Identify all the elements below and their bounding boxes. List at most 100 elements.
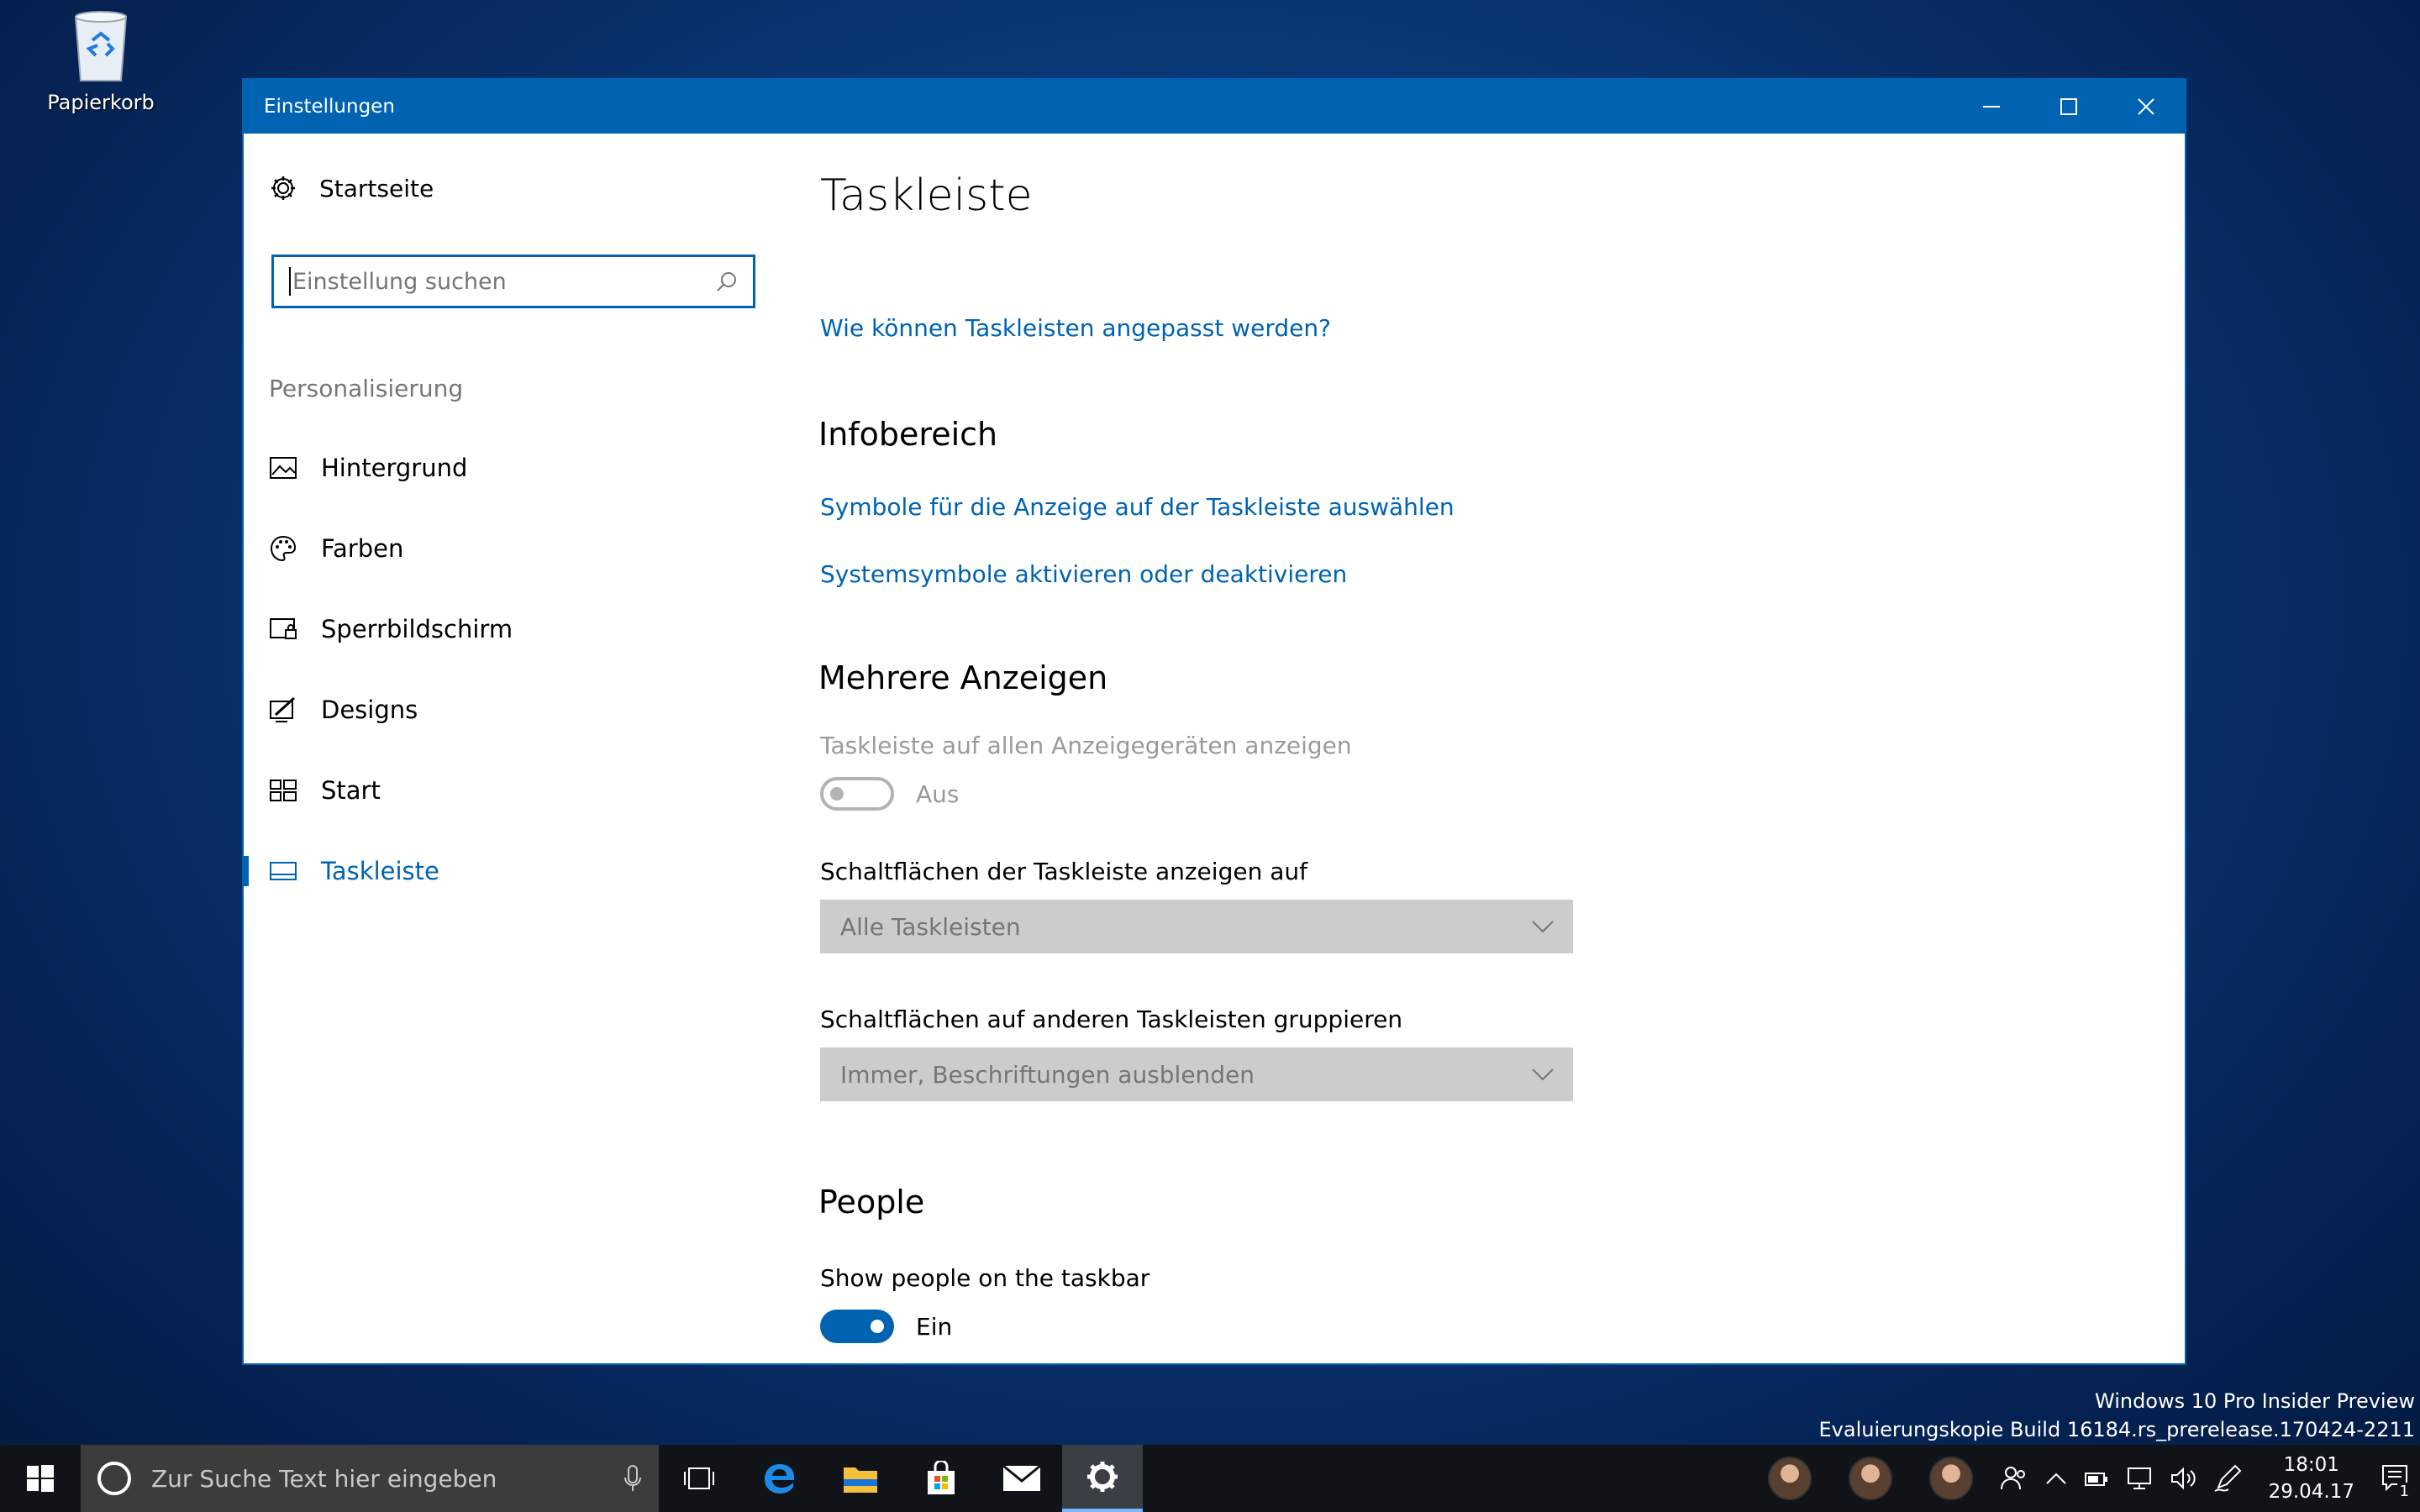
sidebar: Startseite Personalisierung Hintergrund [244, 134, 781, 1363]
watermark-line1: Windows 10 Pro Insider Preview [2094, 1389, 2415, 1413]
nav-label: Sperrbildschirm [321, 615, 513, 643]
nav-item-taskleiste[interactable]: Taskleiste [244, 831, 781, 911]
window-title: Einstellungen [264, 96, 395, 118]
taskbar: Zur Suche Text hier eingeben 18:01 29.04… [0, 1445, 2420, 1512]
power-tray-button[interactable] [2075, 1445, 2118, 1512]
volume-tray-button[interactable] [2161, 1445, 2205, 1512]
infobereich-heading: Infobereich [818, 416, 998, 453]
people-contact-avatar[interactable] [1848, 1457, 1892, 1500]
nav-item-farben[interactable]: Farben [244, 508, 781, 589]
nav-label: Designs [321, 696, 418, 724]
show-buttons-on-select[interactable]: Alle Taskleisten [820, 900, 1573, 953]
show-people-toggle[interactable] [820, 1310, 894, 1343]
search-icon[interactable] [716, 270, 738, 292]
taskbar-search-placeholder: Zur Suche Text hier eingeben [151, 1464, 497, 1493]
mehrere-anzeigen-heading: Mehrere Anzeigen [818, 659, 1108, 696]
themes-icon [270, 696, 296, 722]
combine-buttons-select[interactable]: Immer, Beschriftungen ausblenden [820, 1047, 1573, 1101]
close-button[interactable] [2107, 80, 2185, 134]
action-center-button[interactable]: 1 [2373, 1445, 2420, 1512]
minimize-button[interactable] [1953, 80, 2030, 134]
show-hidden-icons-button[interactable] [2037, 1445, 2075, 1512]
watermark-line2: Evaluierungskopie Build 16184.rs_prerele… [1818, 1418, 2416, 1441]
network-icon [2127, 1467, 2151, 1489]
task-view-icon [684, 1467, 714, 1489]
nav-list: Hintergrund Farben Sperrbildschirm Desig… [244, 428, 781, 911]
nav-item-hintergrund[interactable]: Hintergrund [244, 428, 781, 508]
minimize-icon [1983, 106, 2000, 108]
microphone-icon[interactable] [623, 1464, 642, 1493]
people-contact-avatar[interactable] [1928, 1457, 1973, 1500]
all-displays-toggle-row: Aus [820, 777, 960, 811]
nav-item-sperrbildschirm[interactable]: Sperrbildschirm [244, 589, 781, 669]
recycle-bin-icon [64, 7, 138, 84]
clock-date: 29.04.17 [2268, 1481, 2354, 1503]
chevron-down-icon [1532, 921, 1554, 933]
battery-plug-icon [2084, 1473, 2107, 1486]
start-tiles-icon [270, 780, 297, 801]
store-taskbar-button[interactable] [901, 1445, 981, 1512]
recycle-bin-desktop-icon[interactable]: Papierkorb [34, 7, 168, 114]
select-value: Immer, Beschriftungen ausblenden [840, 1060, 1255, 1089]
notification-count-badge: 1 [2396, 1483, 2412, 1500]
edge-icon [765, 1464, 794, 1494]
nav-label: Hintergrund [321, 454, 468, 482]
recycle-bin-label: Papierkorb [47, 91, 155, 114]
select-taskbar-icons-link[interactable]: Symbole für die Anzeige auf der Taskleis… [820, 493, 1455, 521]
taskbar-search-box[interactable]: Zur Suche Text hier eingeben [81, 1445, 659, 1512]
speaker-icon [2170, 1467, 2196, 1490]
home-label: Startseite [319, 174, 434, 202]
chevron-up-icon [2045, 1473, 2066, 1484]
close-icon [2138, 98, 2154, 115]
taskbar-clock[interactable]: 18:01 29.04.17 [2250, 1452, 2373, 1505]
nav-item-designs[interactable]: Designs [244, 669, 781, 750]
show-people-toggle-state: Ein [916, 1312, 953, 1341]
show-people-toggle-row: Ein [820, 1310, 952, 1343]
people-button[interactable] [1991, 1445, 2037, 1512]
store-icon [928, 1461, 955, 1494]
help-link[interactable]: Wie können Taskleisten angepasst werden? [820, 314, 1331, 342]
show-people-label: Show people on the taskbar [820, 1264, 1150, 1292]
page-title: Taskleiste [820, 171, 1033, 221]
maximize-button[interactable] [2030, 80, 2107, 134]
all-displays-label: Taskleiste auf allen Anzeigegeräten anze… [820, 732, 1352, 759]
nav-item-start[interactable]: Start [244, 750, 781, 831]
text-caret [289, 267, 291, 296]
picture-icon [270, 457, 297, 479]
clock-time: 18:01 [2283, 1454, 2339, 1476]
settings-taskbar-button[interactable] [1062, 1445, 1143, 1512]
settings-search-box[interactable] [271, 255, 755, 308]
system-icons-link[interactable]: Systemsymbole aktivieren oder deaktivier… [820, 560, 1347, 588]
combine-buttons-label: Schaltflächen auf anderen Taskleisten gr… [820, 1005, 1403, 1033]
main-content: Taskleiste Wie können Taskleisten angepa… [818, 134, 2185, 1363]
edge-taskbar-button[interactable] [739, 1445, 820, 1512]
all-displays-toggle[interactable] [820, 777, 894, 811]
taskbar-icon [270, 862, 297, 880]
settings-search-input[interactable] [292, 268, 716, 295]
people-heading: People [818, 1184, 925, 1221]
network-tray-button[interactable] [2118, 1445, 2161, 1512]
palette-icon [270, 535, 297, 562]
nav-label: Taskleiste [321, 857, 439, 885]
show-buttons-on-label: Schaltflächen der Taskleiste anzeigen au… [820, 858, 1307, 885]
lockscreen-icon [270, 618, 297, 639]
home-nav-item[interactable]: Startseite [269, 174, 434, 202]
all-displays-toggle-state: Aus [916, 780, 960, 808]
explorer-taskbar-button[interactable] [820, 1445, 901, 1512]
chevron-down-icon [1532, 1068, 1554, 1081]
people-contact-avatar[interactable] [1767, 1457, 1812, 1500]
task-view-button[interactable] [659, 1445, 739, 1512]
title-bar[interactable]: Einstellungen [244, 80, 2185, 134]
maximize-icon [2060, 98, 2077, 115]
windows-logo-icon [27, 1465, 54, 1492]
cortana-icon [97, 1462, 131, 1495]
ink-workspace-button[interactable] [2205, 1445, 2250, 1512]
select-value: Alle Taskleisten [840, 912, 1021, 941]
start-button[interactable] [0, 1445, 81, 1512]
nav-label: Farben [321, 534, 404, 563]
gear-icon [271, 176, 295, 200]
mail-taskbar-button[interactable] [981, 1445, 1062, 1512]
pen-icon [2214, 1464, 2241, 1492]
gear-icon [1087, 1462, 1118, 1492]
settings-window: Einstellungen Startseite Einstellung suc… [242, 78, 2186, 1365]
